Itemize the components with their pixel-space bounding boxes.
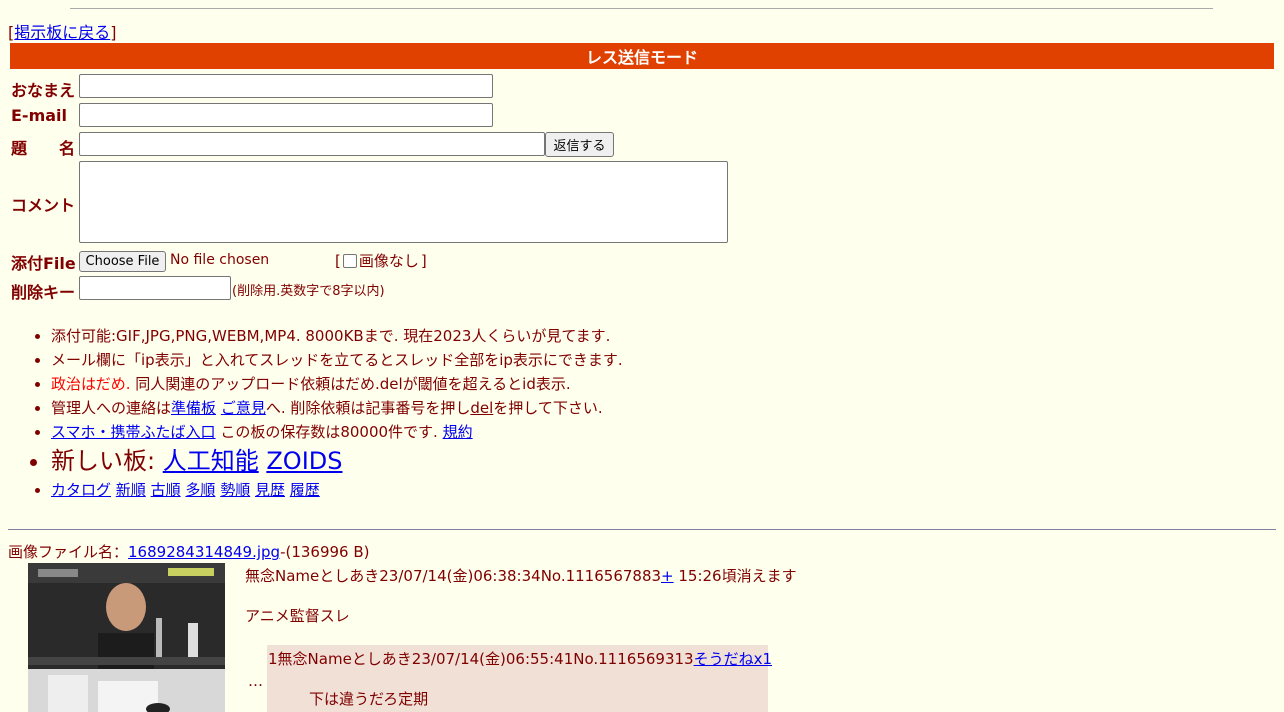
- file-info: 画像ファイル名：1689284314849.jpg-(136996 B): [8, 541, 370, 562]
- omitted-indicator: …: [248, 672, 263, 690]
- thread-divider: [8, 529, 1276, 530]
- note-rules: 政治はだめ. 同人関連のアップロード依頼はだめ.delが閾値を超えるとid表示.: [51, 372, 623, 396]
- note-contact-post: を押して下さい.: [493, 399, 603, 417]
- sort-old-link[interactable]: 古順: [151, 481, 181, 499]
- name-label: おなまえ: [11, 81, 76, 100]
- terms-link[interactable]: 規約: [443, 423, 473, 441]
- post-body: アニメ監督スレ: [245, 607, 350, 625]
- post-header-text: 無念Nameとしあき23/07/14(金)06:38:34No.11165678…: [245, 567, 662, 585]
- no-image-bracket-close: ]: [420, 251, 427, 270]
- post-history-link[interactable]: 履歴: [290, 481, 320, 499]
- note-new-boards: 新しい板: 人工知能 ZOIDS: [51, 444, 623, 478]
- note-rules-text: 同人関連のアップロード依頼はだめ.delが閾値を超えるとid表示.: [130, 375, 571, 393]
- note-contact-mid: へ. 削除依頼は記事番号を押し: [265, 399, 471, 417]
- sodane-plus-link[interactable]: +: [661, 567, 674, 585]
- sort-new-link[interactable]: 新順: [116, 481, 146, 499]
- email-input[interactable]: [79, 103, 493, 127]
- prep-board-link[interactable]: 準備板: [171, 399, 216, 417]
- delete-key-note: (削除用.英数字で8字以内): [232, 284, 385, 299]
- subject-label: 題 名: [11, 139, 76, 158]
- thumbnail-image: [28, 563, 225, 712]
- view-history-link[interactable]: 見歴: [255, 481, 285, 499]
- no-image-label: 画像なし: [358, 252, 419, 270]
- note-ip-display: メール欄に「ip表示」と入れてスレッドを立てるとスレッド全部をip表示にできます…: [51, 348, 623, 372]
- file-label: 添付File: [11, 254, 76, 273]
- reply-body: 下は違うだろ定期: [309, 690, 429, 708]
- note-mobile: スマホ・携帯ふたば入口 この板の保存数は80000件です. 規約: [51, 420, 623, 444]
- top-divider: [70, 8, 1213, 9]
- sort-momentum-link[interactable]: 勢順: [220, 481, 250, 499]
- note-contact-pre: 管理人への連絡は: [51, 399, 172, 417]
- no-image-bracket-open: [: [335, 251, 341, 270]
- thread-thumbnail[interactable]: [28, 563, 225, 712]
- new-boards-prefix: 新しい板:: [51, 447, 163, 475]
- image-file-link[interactable]: 1689284314849.jpg: [128, 543, 280, 561]
- reply-sodane-link[interactable]: そうだねx1: [694, 650, 772, 668]
- post-expire-text: 15:26頃消えます: [673, 567, 797, 585]
- submit-reply-button[interactable]: 返信する: [545, 132, 614, 157]
- note-attach-info: 添付可能:GIF,JPG,PNG,WEBM,MP4. 8000KBまで. 現在2…: [51, 324, 623, 348]
- comment-textarea[interactable]: [79, 161, 728, 243]
- board-notes-list: 添付可能:GIF,JPG,PNG,WEBM,MP4. 8000KBまで. 現在2…: [0, 324, 623, 502]
- note-storage: この板の保存数は80000件です.: [215, 423, 443, 441]
- reply-post: 1無念Nameとしあき23/07/14(金)06:55:41No.1116569…: [267, 645, 772, 712]
- back-nav: [掲示板に戻る]: [8, 19, 117, 43]
- note-politics-warning: 政治はだめ.: [51, 375, 131, 393]
- ai-board-link[interactable]: 人工知能: [163, 447, 259, 475]
- file-prefix: 画像ファイル名：: [8, 543, 129, 561]
- email-label: E-mail: [11, 106, 68, 125]
- reply-header-text: 1無念Nameとしあき23/07/14(金)06:55:41No.1116569…: [268, 650, 694, 668]
- file-size: -(136996 B): [280, 543, 370, 561]
- back-bracket-close: ]: [110, 23, 117, 42]
- no-file-text: No file chosen: [170, 252, 270, 268]
- catalog-link[interactable]: カタログ: [51, 481, 111, 499]
- sort-many-link[interactable]: 多順: [185, 481, 215, 499]
- note-sort-links: カタログ 新順 古順 多順 勢順 見歴 履歴: [51, 478, 623, 502]
- reply-header: 1無念Nameとしあき23/07/14(金)06:55:41No.1116569…: [268, 648, 772, 669]
- post-header: 無念Nameとしあき23/07/14(金)06:38:34No.11165678…: [245, 565, 797, 586]
- zoids-board-link[interactable]: ZOIDS: [266, 447, 342, 475]
- reply-mode-bar: レス送信モード: [10, 43, 1274, 69]
- note-del-word: del: [470, 399, 494, 417]
- back-to-board-link[interactable]: 掲示板に戻る: [14, 23, 110, 42]
- delete-key-input[interactable]: [79, 276, 231, 300]
- note-contact: 管理人への連絡は準備板 ご意見へ. 削除依頼は記事番号を押しdelを押して下さい…: [51, 396, 623, 420]
- choose-file-button[interactable]: Choose File: [79, 251, 166, 272]
- delete-key-label: 削除キー: [11, 283, 76, 302]
- no-image-checkbox[interactable]: [342, 253, 357, 268]
- reply-mode-title: レス送信モード: [585, 48, 698, 67]
- name-input[interactable]: [79, 74, 493, 98]
- mobile-entry-link[interactable]: スマホ・携帯ふたば入口: [51, 423, 216, 441]
- comment-label: コメント: [11, 196, 76, 215]
- feedback-link[interactable]: ご意見: [221, 399, 266, 417]
- subject-input[interactable]: [79, 132, 545, 156]
- no-image-option: [ 画像なし ]: [335, 250, 427, 271]
